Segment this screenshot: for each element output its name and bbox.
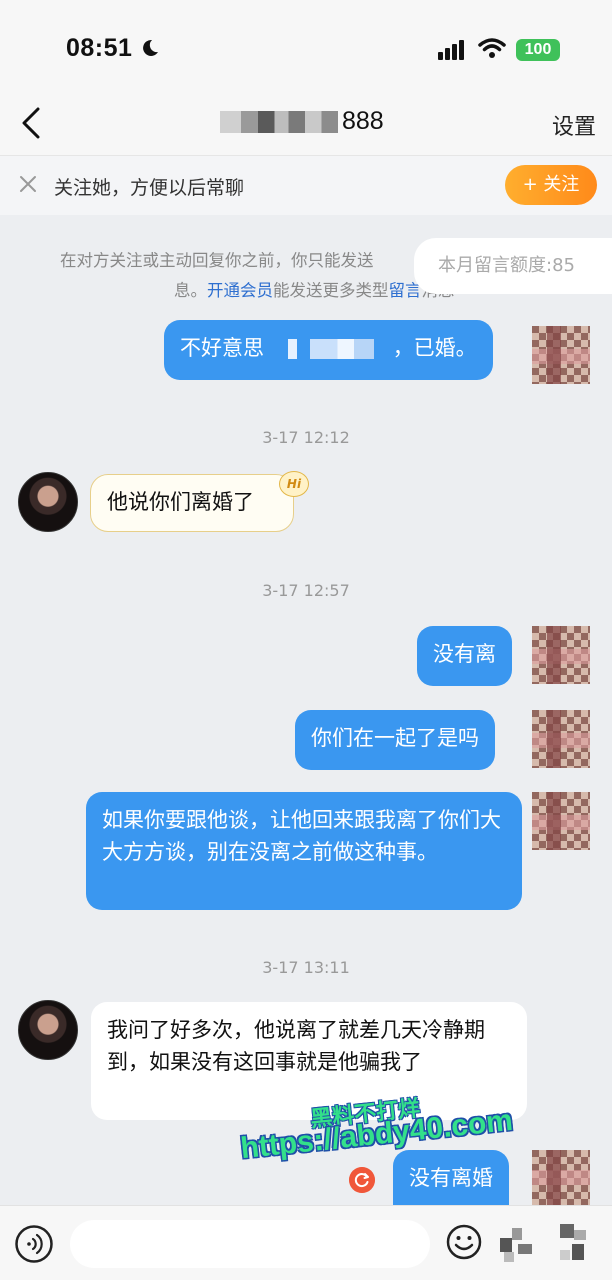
close-icon[interactable]: [18, 174, 38, 194]
messaging-restriction-notice: 在对方关注或主动回复你之前，你只能发送 息。开通会员能发送更多类型留言消息: [60, 246, 460, 306]
moon-icon: [143, 39, 158, 56]
follow-suggestion-bar: 关注她，方便以后常聊 + 关注: [0, 155, 612, 215]
self-avatar[interactable]: [532, 626, 590, 684]
hi-badge: Hi: [279, 471, 309, 497]
timestamp: 3-17 12:57: [262, 581, 350, 600]
chat-title: 888: [220, 107, 384, 137]
contact-avatar[interactable]: [18, 1000, 78, 1060]
settings-button[interactable]: 设置: [552, 109, 596, 141]
message-quota-badge: 本月留言额度:85: [414, 238, 612, 294]
follow-suggestion-text: 关注她，方便以后常聊: [54, 177, 245, 199]
redacted-username: [220, 110, 338, 133]
redacted-text: [276, 339, 387, 359]
outgoing-message[interactable]: 你们在一起了是吗: [295, 710, 495, 770]
status-time: 08:51: [66, 34, 133, 62]
nav-bar: 888 设置: [0, 95, 612, 155]
chat-title-text: 888: [342, 107, 384, 135]
redacted-icon[interactable]: [556, 1220, 594, 1268]
incoming-message[interactable]: 他说你们离婚了: [90, 474, 294, 532]
emoji-icon[interactable]: [446, 1224, 482, 1260]
message-input[interactable]: [70, 1220, 430, 1268]
follow-button[interactable]: + 关注: [505, 165, 597, 205]
notice-line-2: 息。开通会员能发送更多类型留言消息: [174, 281, 455, 300]
resend-icon[interactable]: [349, 1167, 375, 1193]
outgoing-message[interactable]: 没有离: [417, 626, 512, 686]
self-avatar[interactable]: [532, 792, 590, 850]
self-avatar[interactable]: [532, 326, 590, 384]
voice-icon[interactable]: [14, 1224, 54, 1264]
outgoing-message[interactable]: 不好意思 ，已婚。: [164, 320, 493, 380]
redacted-icon[interactable]: [498, 1218, 538, 1268]
timestamp: 3-17 12:12: [262, 428, 350, 447]
notice-line-1: 在对方关注或主动回复你之前，你只能发送: [60, 251, 374, 270]
timestamp: 3-17 13:11: [262, 958, 350, 977]
status-bar: 08:51 100: [0, 0, 612, 95]
self-avatar[interactable]: [532, 710, 590, 768]
input-bar: [0, 1205, 612, 1280]
cellular-signal-icon: [438, 40, 464, 60]
outgoing-message[interactable]: 如果你要跟他谈，让他回来跟我离了你们大大方方谈，别在没离之前做这种事。: [86, 792, 522, 910]
self-avatar[interactable]: [532, 1150, 590, 1205]
vip-link[interactable]: 开通会员: [207, 281, 273, 300]
contact-avatar[interactable]: [18, 472, 78, 532]
battery-indicator: 100: [516, 39, 560, 61]
outgoing-message[interactable]: 没有离婚: [393, 1150, 509, 1205]
back-icon[interactable]: [14, 101, 48, 145]
wifi-icon: [478, 38, 506, 58]
